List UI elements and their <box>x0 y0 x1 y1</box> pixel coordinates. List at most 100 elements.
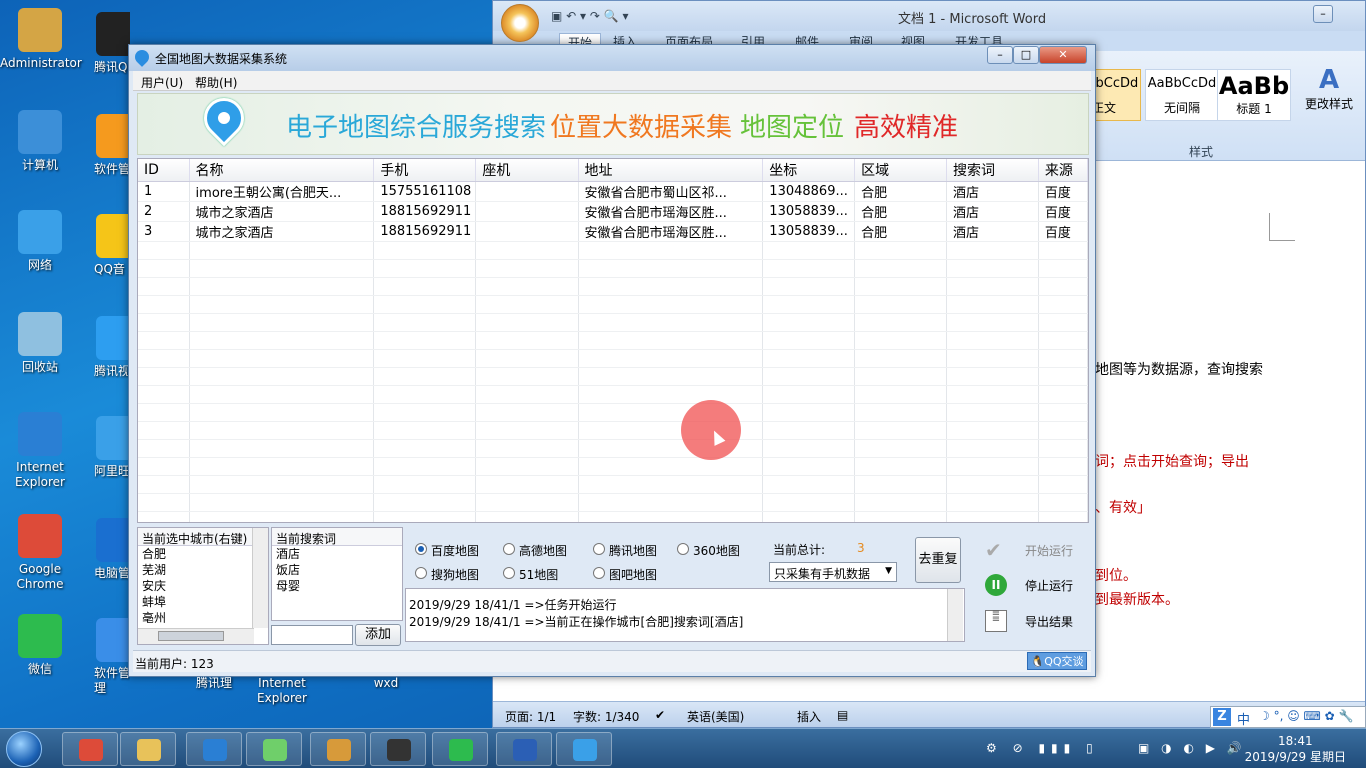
style-no-spacing[interactable]: AaBbCcDd 无间隔 <box>1145 69 1219 121</box>
keyword-panel[interactable]: 当前搜索词 酒店 饭店 母婴 <box>271 527 403 621</box>
word-page-count[interactable]: 页面: 1/1 <box>505 708 556 725</box>
column-header[interactable]: 地址 <box>578 159 764 182</box>
keyword-input[interactable] <box>271 625 353 645</box>
word-word-count[interactable]: 字数: 1/340 <box>573 708 639 725</box>
taskbar-item[interactable] <box>246 732 302 766</box>
keyword-item[interactable]: 酒店 <box>272 546 402 562</box>
close-button[interactable]: ✕ <box>1039 46 1087 64</box>
results-grid[interactable]: ID 名称 手机 座机 地址 坐标 区域 搜索词 来源 1 imore王朝公寓(合肥天... 157… <box>137 158 1089 523</box>
desktop-icon[interactable]: Administrator <box>0 8 82 71</box>
empty-cell <box>762 439 856 458</box>
style-heading-1[interactable]: AaBb 标题 1 <box>1217 69 1291 121</box>
city-item[interactable]: 安庆 <box>138 578 268 594</box>
desktop-icon-label-partial[interactable]: wxd <box>346 676 426 691</box>
source-radio[interactable]: 腾讯地图 <box>593 542 657 559</box>
desktop-icon[interactable]: 微信 <box>0 614 80 677</box>
source-radio[interactable]: 搜狗地图 <box>415 566 479 583</box>
desktop-icon[interactable]: 回收站 <box>0 312 80 375</box>
ime-tools-icons[interactable]: ☽ °, ☺ ⌨ ✿ 🔧 <box>1259 709 1353 723</box>
empty-cell <box>1038 367 1088 386</box>
column-header[interactable]: 搜索词 <box>946 159 1039 182</box>
city-item[interactable]: 蚌埠 <box>138 594 268 610</box>
log-scrollbar[interactable] <box>947 589 963 641</box>
column-header[interactable]: 名称 <box>189 159 375 182</box>
desktop-icon[interactable]: 网络 <box>0 210 80 273</box>
macro-icon[interactable]: ▤ <box>837 708 848 722</box>
menu-help[interactable]: 帮助(H) <box>195 74 237 91</box>
desktop-icon[interactable]: Internet Explorer <box>0 412 80 490</box>
source-radio[interactable]: 高德地图 <box>503 542 567 559</box>
desktop-icon[interactable]: 阿里旺 <box>90 412 130 479</box>
qq-chat-button[interactable]: 🐧QQ交谈 <box>1027 652 1087 670</box>
desktop-icon[interactable]: Google Chrome <box>0 514 80 592</box>
minimize-button[interactable]: – <box>987 46 1013 64</box>
menu-user[interactable]: 用户(U) <box>141 74 183 91</box>
quick-access-toolbar[interactable]: ▣ ↶ ▾ ↷ 🔍 ▾ <box>551 9 661 25</box>
city-panel[interactable]: 当前选中城市(右键) 合肥 芜湖 安庆 蚌埠 亳州 <box>137 527 269 645</box>
word-insert-mode[interactable]: 插入 <box>797 708 821 725</box>
word-minimize-button[interactable]: – <box>1313 5 1333 23</box>
app3-taskbar-icon <box>387 739 411 761</box>
city-item[interactable]: 合肥 <box>138 546 268 562</box>
desktop-icon-image <box>18 614 62 658</box>
taskbar-item[interactable] <box>120 732 176 766</box>
ime-toolbar[interactable]: Z 中 ☽ °, ☺ ⌨ ✿ 🔧 <box>1210 706 1366 728</box>
export-button[interactable]: ≡ ≡ 导出结果 <box>979 609 1073 634</box>
start-button-windows[interactable] <box>6 731 42 767</box>
tray-icons-right[interactable]: ▣ ◑ ◐ ▶ 🔊 <box>1138 741 1246 755</box>
stop-button[interactable]: II 停止运行 <box>979 574 1073 598</box>
office-button[interactable] <box>501 4 539 42</box>
desktop-icon[interactable]: 腾讯视 <box>90 312 130 379</box>
proofing-icon[interactable]: ✔ <box>655 708 665 722</box>
filter-select[interactable]: 只采集有手机数据 <box>769 562 897 582</box>
table-cell <box>475 201 579 222</box>
maximize-button[interactable]: □ <box>1013 46 1039 64</box>
city-item[interactable]: 亳州 <box>138 610 268 626</box>
table-row[interactable]: 3 城市之家酒店 18815692911 安徽省合肥市瑶海区胜... 13058839.… <box>138 221 1088 242</box>
keyword-item[interactable]: 母婴 <box>272 578 402 594</box>
add-keyword-button[interactable]: 添加 <box>355 624 401 646</box>
ime-mode[interactable]: 中 <box>1237 709 1250 728</box>
column-header[interactable]: 坐标 <box>762 159 856 182</box>
tray-icons[interactable]: ⚙ ⊘ ▮▮▮ ▯ <box>986 741 1099 755</box>
desktop-icon[interactable]: 电脑管 <box>90 514 130 581</box>
city-horizontal-scrollbar[interactable] <box>138 628 254 644</box>
keyword-item[interactable]: 饭店 <box>272 562 402 578</box>
desktop-icon[interactable]: 计算机 <box>0 110 80 173</box>
desktop-icon[interactable]: 软件管 <box>90 110 130 177</box>
column-header[interactable]: 座机 <box>475 159 579 182</box>
taskbar-item[interactable] <box>496 732 552 766</box>
taskbar-item[interactable] <box>556 732 612 766</box>
clock[interactable]: 18:41 2019/9/29 星期日 <box>1245 733 1346 765</box>
table-row[interactable]: 2 城市之家酒店 18815692911 安徽省合肥市瑶海区胜... 13058839.… <box>138 201 1088 222</box>
taskbar-item[interactable] <box>310 732 366 766</box>
taskbar-item[interactable] <box>62 732 118 766</box>
city-hscroll-thumb[interactable] <box>158 631 224 641</box>
taskbar-item[interactable] <box>186 732 242 766</box>
empty-cell <box>946 403 1039 422</box>
desktop-icon[interactable]: 软件管理 <box>90 614 130 696</box>
results-table[interactable]: ID 名称 手机 座机 地址 坐标 区域 搜索词 来源 1 imore王朝公寓(合肥天... 157… <box>138 159 1088 522</box>
source-radio[interactable]: 51地图 <box>503 566 558 583</box>
city-item[interactable]: 芜湖 <box>138 562 268 578</box>
log-area[interactable]: 2019/9/29 18/41/1 =>任务开始运行 2019/9/29 18/4… <box>405 588 965 642</box>
desktop-icon-label-partial[interactable]: Internet Explorer <box>242 676 322 706</box>
source-radio[interactable]: 360地图 <box>677 542 740 559</box>
table-cell: 合肥 <box>854 181 948 202</box>
word-language[interactable]: 英语(美国) <box>687 708 744 725</box>
source-radio[interactable]: 图吧地图 <box>593 566 657 583</box>
city-vertical-scrollbar[interactable] <box>252 528 268 628</box>
change-styles-button[interactable]: A 更改样式 <box>1299 65 1359 112</box>
column-header[interactable]: 手机 <box>373 159 477 182</box>
desktop-icon[interactable]: QQ音 <box>90 210 130 277</box>
taskbar-item[interactable] <box>432 732 488 766</box>
table-row[interactable]: 1 imore王朝公寓(合肥天... 15755161108 安徽省合肥市蜀山区祁..… <box>138 181 1088 202</box>
dedupe-button[interactable]: 去重复 <box>915 537 961 583</box>
column-header[interactable]: 来源 <box>1038 159 1088 182</box>
desktop-icon[interactable]: 腾讯Q <box>90 8 130 75</box>
start-button[interactable]: ✔ 开始运行 <box>979 539 1073 563</box>
source-radio[interactable]: 百度地图 <box>415 542 479 559</box>
taskbar-item[interactable] <box>370 732 426 766</box>
column-header[interactable]: 区域 <box>854 159 948 182</box>
column-header[interactable]: ID <box>138 159 190 182</box>
